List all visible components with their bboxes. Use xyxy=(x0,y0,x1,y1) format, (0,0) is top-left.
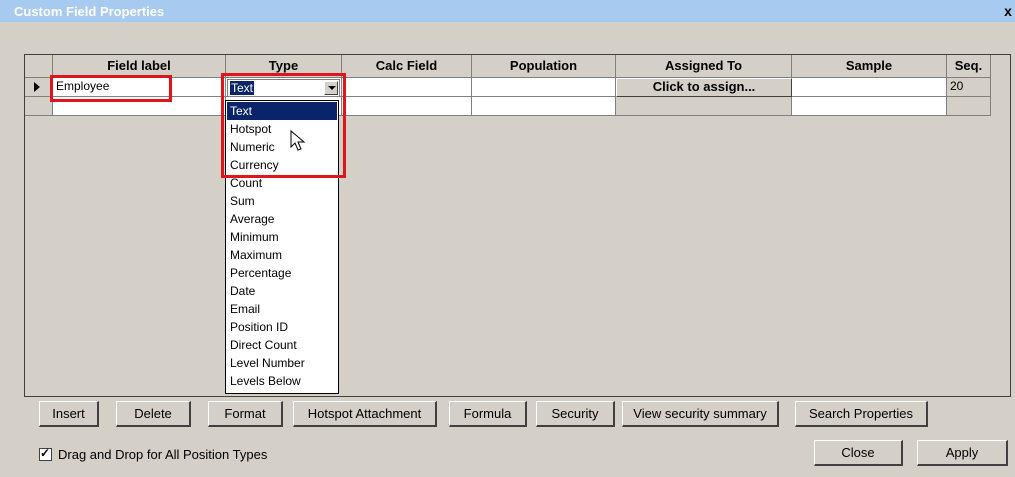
population-cell[interactable] xyxy=(472,78,616,97)
view-security-summary-button[interactable]: View security summary xyxy=(622,401,779,427)
column-header-assigned-to[interactable]: Assigned To xyxy=(616,55,792,78)
close-button[interactable]: Close xyxy=(814,440,903,466)
assigned-to-cell[interactable] xyxy=(616,97,792,116)
sample-cell[interactable] xyxy=(792,78,947,97)
hotspot-attachment-button[interactable]: Hotspot Attachment xyxy=(293,401,437,427)
dropdown-option-date[interactable]: Date xyxy=(227,282,337,300)
dropdown-option-email[interactable]: Email xyxy=(227,300,337,318)
search-properties-button[interactable]: Search Properties xyxy=(795,401,928,427)
drag-drop-checkbox[interactable] xyxy=(39,446,52,461)
delete-button[interactable]: Delete xyxy=(116,401,191,427)
row-selector-header xyxy=(25,55,53,78)
row-selector[interactable] xyxy=(25,78,53,97)
seq-cell[interactable]: 20 xyxy=(947,78,991,97)
dropdown-option-levels-below[interactable]: Levels Below xyxy=(227,372,337,390)
dropdown-option-minimum[interactable]: Minimum xyxy=(227,228,337,246)
calc-field-cell[interactable] xyxy=(342,97,472,116)
column-header-seq[interactable]: Seq. xyxy=(947,55,991,78)
title-bar: Custom Field Properties x xyxy=(0,0,1015,22)
seq-cell[interactable] xyxy=(947,97,991,116)
insert-button[interactable]: Insert xyxy=(39,401,99,427)
dropdown-option-maximum[interactable]: Maximum xyxy=(227,246,337,264)
dropdown-option-percentage[interactable]: Percentage xyxy=(227,264,337,282)
security-button[interactable]: Security xyxy=(536,401,615,427)
calc-field-cell[interactable] xyxy=(342,78,472,97)
close-icon[interactable]: x xyxy=(1001,3,1015,19)
dropdown-option-level-number[interactable]: Level Number xyxy=(227,354,337,372)
column-header-sample[interactable]: Sample xyxy=(792,55,947,78)
highlight-type-options xyxy=(221,73,346,178)
dropdown-option-direct-count[interactable]: Direct Count xyxy=(227,336,337,354)
sample-cell[interactable] xyxy=(792,97,947,116)
dropdown-option-average[interactable]: Average xyxy=(227,210,337,228)
apply-button[interactable]: Apply xyxy=(917,440,1008,466)
row-selector[interactable] xyxy=(25,97,53,116)
fields-grid: Field label Type Calc Field Population A… xyxy=(24,54,1011,397)
window-title: Custom Field Properties xyxy=(14,4,165,19)
dropdown-option-position-id[interactable]: Position ID xyxy=(227,318,337,336)
dropdown-option-sum[interactable]: Sum xyxy=(227,192,337,210)
population-cell[interactable] xyxy=(472,97,616,116)
formula-button[interactable]: Formula xyxy=(449,401,527,427)
highlight-field-label xyxy=(50,75,172,102)
column-header-calc-field[interactable]: Calc Field xyxy=(342,55,472,78)
format-button[interactable]: Format xyxy=(208,401,283,427)
column-header-population[interactable]: Population xyxy=(472,55,616,78)
current-row-icon xyxy=(34,82,40,92)
click-to-assign-button[interactable]: Click to assign... xyxy=(616,78,792,97)
drag-drop-label: Drag and Drop for All Position Types xyxy=(58,447,268,462)
